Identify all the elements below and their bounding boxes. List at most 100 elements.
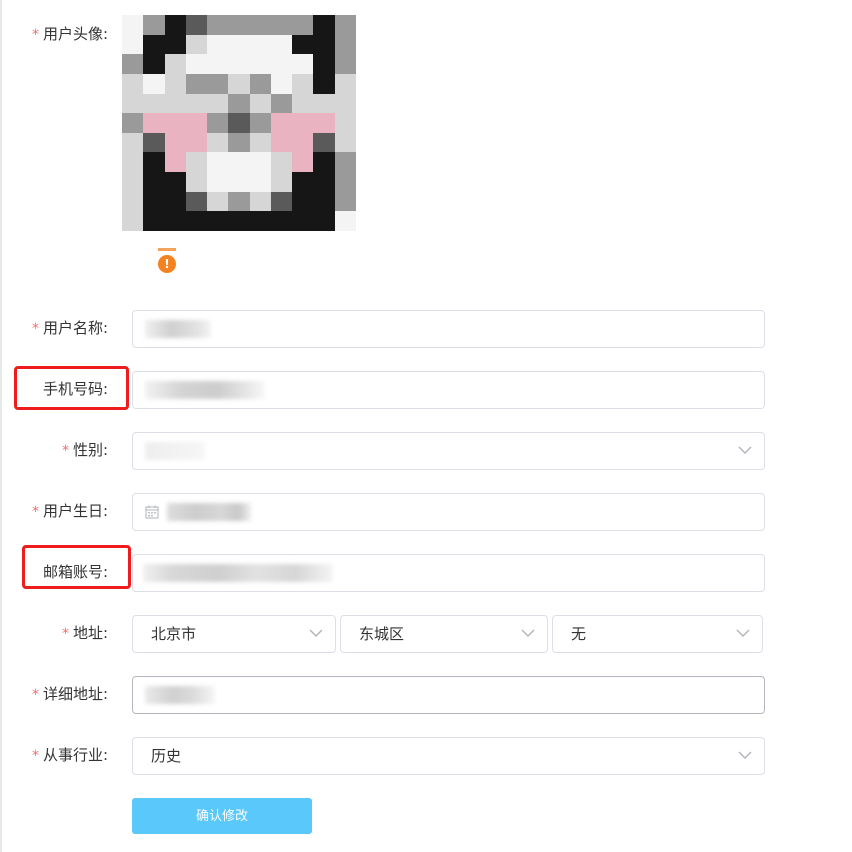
- avatar-pixel: [313, 152, 335, 173]
- avatar-pixel: [270, 93, 293, 114]
- chevron-down-icon[interactable]: [521, 628, 535, 638]
- avatar-pixel: [249, 54, 271, 74]
- avatar-pixel: [143, 172, 165, 192]
- avatar-pixel: [122, 132, 144, 153]
- left-border: [0, 0, 2, 852]
- avatar-pixel: [185, 113, 208, 133]
- username-input[interactable]: [132, 310, 765, 348]
- avatar-pixel: [270, 211, 293, 231]
- avatar-pixel: [249, 34, 271, 55]
- avatar-pixel: [228, 93, 250, 114]
- avatar-pixel: [313, 34, 335, 55]
- avatar-pixel: [249, 132, 271, 153]
- avatar-pixel: [334, 34, 356, 55]
- industry-label: * 从事行业:: [31, 746, 108, 764]
- avatar-pixel: [164, 172, 186, 192]
- avatar-pixel: [185, 34, 208, 55]
- avatar-pixel: [249, 191, 271, 212]
- avatar-pixel: [185, 191, 208, 212]
- avatar-pixel: [334, 73, 356, 94]
- province-select[interactable]: 北京市: [132, 615, 336, 653]
- required-star: *: [31, 748, 39, 764]
- avatar-pixel: [292, 73, 314, 94]
- avatar-pixel: [122, 34, 144, 55]
- birthday-picker[interactable]: [132, 493, 765, 531]
- avatar-pixel: [164, 211, 186, 231]
- avatar-pixel: [249, 211, 271, 231]
- avatar-pixel: [313, 172, 335, 192]
- avatar-pixel: [228, 113, 250, 133]
- street-value: 无: [571, 625, 587, 643]
- chevron-down-icon[interactable]: [738, 750, 752, 760]
- avatar-pixel: [228, 172, 250, 192]
- avatar-pixel: [207, 172, 229, 192]
- redacted-value: [145, 442, 205, 460]
- avatar-pixel: [313, 191, 335, 212]
- avatar-pixel: [185, 211, 208, 231]
- avatar-pixel: [270, 15, 293, 35]
- avatar-pixel: [185, 152, 208, 173]
- detail-address-input[interactable]: [132, 676, 765, 714]
- chevron-down-icon[interactable]: [736, 628, 750, 638]
- avatar-pixel: [292, 172, 314, 192]
- avatar-pixel: [334, 93, 356, 114]
- avatar-pixel: [143, 15, 165, 35]
- email-input[interactable]: [132, 554, 765, 592]
- avatar-pixel: [143, 191, 165, 212]
- avatar-pixel: [270, 152, 293, 173]
- avatar-pixel: [143, 211, 165, 231]
- chevron-down-icon[interactable]: [738, 445, 752, 455]
- avatar-pixel: [228, 152, 250, 173]
- avatar-pixel: [249, 73, 271, 94]
- redacted-value: [145, 381, 265, 399]
- avatar-pixel: [185, 172, 208, 192]
- avatar-pixel: [228, 211, 250, 231]
- avatar-pixel: [313, 54, 335, 74]
- avatar-pixel: [164, 152, 186, 173]
- avatar-pixel: [207, 34, 229, 55]
- avatar-pixel: [334, 211, 356, 231]
- industry-select[interactable]: 历史: [132, 737, 765, 775]
- birthday-label: * 用户生日:: [31, 502, 108, 520]
- avatar-pixel: [185, 54, 208, 74]
- avatar-image[interactable]: [122, 15, 356, 231]
- avatar-pixel: [228, 191, 250, 212]
- avatar-pixel: [228, 34, 250, 55]
- avatar-pixel: [207, 152, 229, 173]
- confirm-button[interactable]: 确认修改: [132, 798, 312, 834]
- avatar-pixel: [122, 211, 144, 231]
- avatar-pixel: [185, 132, 208, 153]
- avatar-pixel: [334, 54, 356, 74]
- avatar-pixel: [164, 191, 186, 212]
- warning-icon: !: [158, 255, 176, 273]
- avatar-pixel: [207, 211, 229, 231]
- avatar-pixel: [207, 113, 229, 133]
- phone-input[interactable]: [132, 371, 765, 409]
- chevron-down-icon[interactable]: [309, 628, 323, 638]
- avatar-pixel: [334, 132, 356, 153]
- phone-highlight-box: [14, 366, 129, 410]
- gender-select[interactable]: [132, 432, 765, 470]
- province-value: 北京市: [151, 625, 197, 643]
- avatar-pixel: [143, 73, 165, 94]
- avatar-pixel: [228, 15, 250, 35]
- avatar-pixel: [164, 15, 186, 35]
- avatar-pixel: [143, 54, 165, 74]
- industry-value: 历史: [151, 747, 182, 765]
- avatar-pixel: [228, 132, 250, 153]
- street-select[interactable]: 无: [552, 615, 763, 653]
- avatar-pixel: [122, 191, 144, 212]
- district-value: 东城区: [359, 625, 405, 643]
- redacted-value: [145, 686, 215, 704]
- redacted-value: [167, 503, 251, 521]
- avatar-pixel: [334, 172, 356, 192]
- avatar-pixel: [164, 132, 186, 153]
- district-select[interactable]: 东城区: [340, 615, 548, 653]
- avatar-pixel: [334, 113, 356, 133]
- address-label: * 地址:: [61, 624, 108, 642]
- avatar-pixel: [122, 73, 144, 94]
- avatar-pixel: [207, 191, 229, 212]
- avatar-pixel: [292, 152, 314, 173]
- avatar-pixel: [164, 73, 186, 94]
- avatar-pixel: [313, 15, 335, 35]
